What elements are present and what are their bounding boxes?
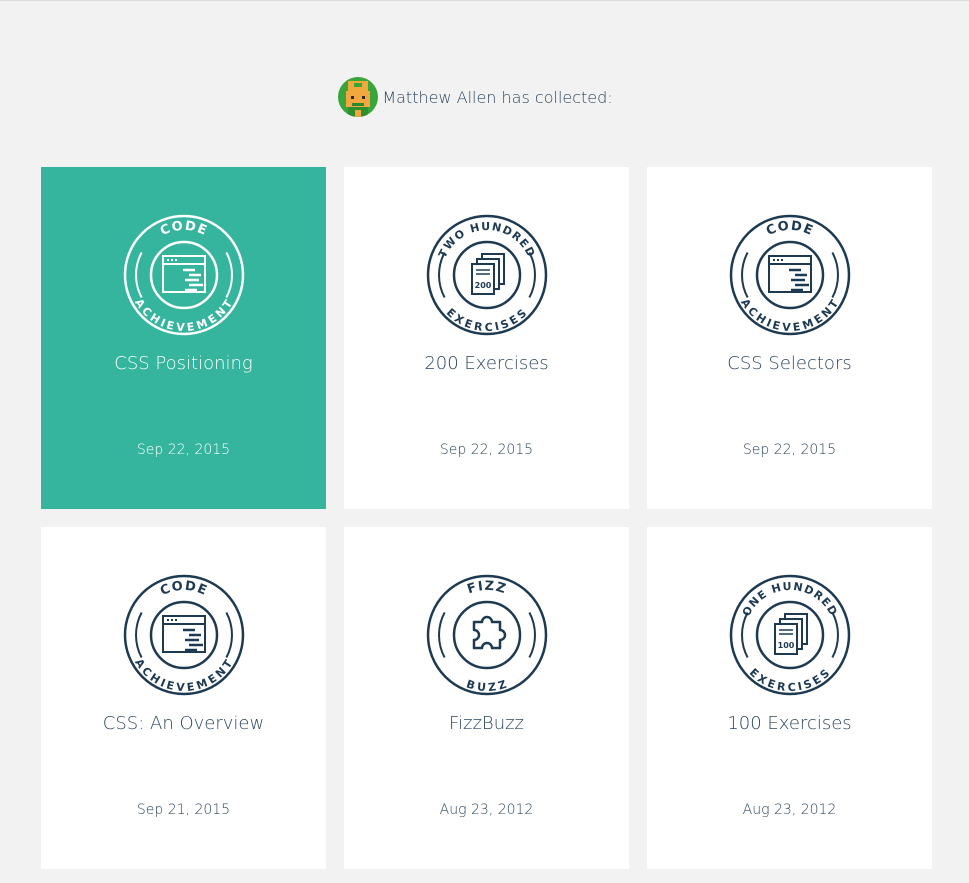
- achievement-card[interactable]: TWO HUNDRED EXERCISES 200 200 Exercises Se…: [344, 167, 629, 509]
- avatar-icon: [338, 77, 379, 117]
- achievement-date: Sep 22, 2015: [742, 442, 837, 458]
- badge-top-text: ONE HUNDRED: [740, 580, 841, 619]
- badge-number: 100: [778, 641, 795, 650]
- avatar[interactable]: [338, 77, 379, 117]
- achievement-date: Sep 21, 2015: [136, 802, 231, 818]
- badge-top-text: CODE: [764, 219, 816, 239]
- exercises-badge-icon: TWO HUNDREDEXERCISES200: [426, 214, 548, 336]
- badge-bottom-text: ACHIEVEMENT: [132, 296, 236, 334]
- exercises-badge-icon: ONE HUNDRED EXERCISES 100: [729, 574, 851, 696]
- collector-header: Matthew Allen has collected:: [0, 77, 969, 117]
- achievement-card[interactable]: CODE ACHIEVEMENT CSS: An Overview Sep 21,…: [41, 527, 326, 869]
- collected-label: has collected:: [496, 87, 613, 107]
- achievement-title: CSS Selectors: [727, 353, 852, 374]
- badge-number: 200: [475, 281, 492, 290]
- badge: CODE ACHIEVEMENT: [123, 214, 245, 336]
- badge-top-text: CODE: [158, 579, 210, 599]
- achievement-title: 100 Exercises: [727, 713, 852, 734]
- achievement-title: CSS: An Overview: [102, 713, 265, 734]
- achievement-date: Aug 23, 2012: [439, 802, 534, 818]
- user-name[interactable]: Matthew Allen: [382, 88, 496, 107]
- achievement-title: FizzBuzz: [448, 713, 525, 734]
- achievement-card[interactable]: FIZZ BUZZ FizzBuzz Aug 23, 2012: [344, 527, 629, 869]
- puzzle-piece-icon: [472, 615, 507, 650]
- achievement-title: CSS Positioning: [114, 353, 253, 374]
- code-achievement-badge-icon: CODE ACHIEVEMENT: [123, 574, 245, 696]
- badge-bottom-text: ACHIEVEMENT: [132, 656, 236, 694]
- badge-top-text: CODE: [158, 219, 210, 239]
- achievement-card[interactable]: CODE ACHIEVEMENT CSS Selectors Sep 22, 20…: [647, 167, 932, 509]
- achievement-card[interactable]: ONE HUNDRED EXERCISES 100 100 Exercises Au…: [647, 527, 932, 869]
- badge: ONE HUNDRED EXERCISES 100: [729, 574, 851, 696]
- achievements-grid: CODE ACHIEVEMENT CSS Positioning Sep 22, …: [41, 167, 932, 869]
- badge-bottom-text: EXERCISES: [747, 666, 833, 694]
- badge: CODE ACHIEVEMENT: [123, 574, 245, 696]
- achievement-date: Sep 22, 2015: [439, 442, 534, 458]
- achievement-date: Sep 22, 2015: [136, 442, 231, 458]
- code-achievement-badge-icon: CODE ACHIEVEMENT: [123, 214, 245, 336]
- badge: CODE ACHIEVEMENT: [729, 214, 851, 336]
- badge-bottom-text: EXERCISES: [444, 306, 530, 334]
- achievement-date: Aug 23, 2012: [742, 802, 837, 818]
- badge: TWO HUNDRED EXERCISES 200: [426, 214, 548, 336]
- badge-bottom-text: BUZZ: [465, 677, 510, 694]
- badge-bottom-text: ACHIEVEMENT: [738, 296, 842, 334]
- top-border: [0, 0, 969, 1]
- collector-text: Matthew Allen has collected:: [382, 88, 612, 107]
- achievement-title: 200 Exercises: [424, 353, 549, 374]
- puzzle-badge-icon: FIZZ BUZZ: [426, 574, 548, 696]
- achievement-card[interactable]: CODE ACHIEVEMENT CSS Positioning Sep 22, …: [41, 167, 326, 509]
- code-achievement-badge-icon: CODE ACHIEVEMENT: [729, 214, 851, 336]
- badge: FIZZ BUZZ: [426, 574, 548, 696]
- badge-top-text: FIZZ: [465, 579, 508, 598]
